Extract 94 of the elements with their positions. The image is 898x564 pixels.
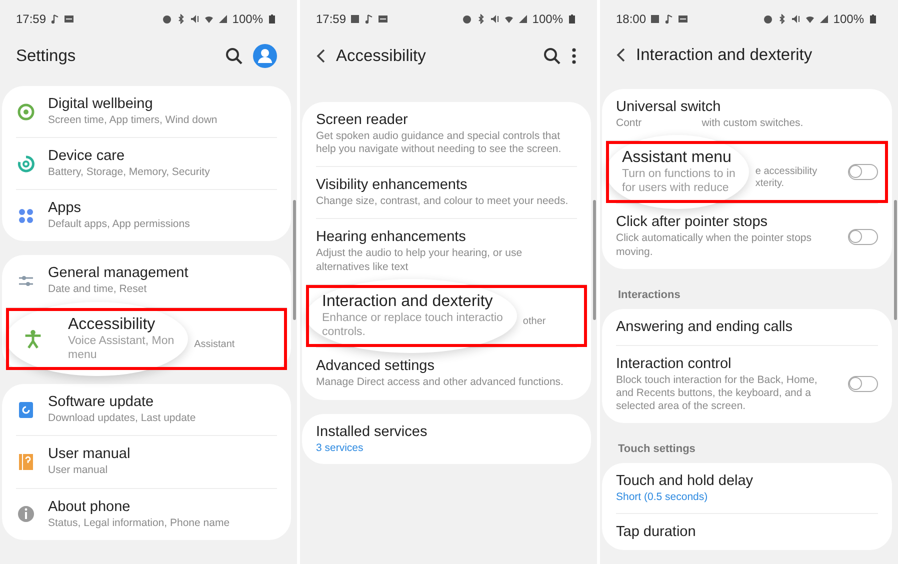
item-title[interactable]: Advanced settings — [316, 358, 577, 374]
item-title: Interaction and dexterity — [322, 292, 494, 311]
item-description: Default apps, App permissions — [48, 218, 191, 232]
music-note-icon — [664, 14, 674, 24]
item-description: controls. — [322, 325, 366, 340]
item-description: Turn on functions to in — [622, 166, 736, 181]
toggle-switch[interactable] — [848, 228, 878, 244]
item-title[interactable]: Interaction control — [616, 356, 836, 372]
back-icon[interactable] — [316, 48, 326, 64]
message-icon — [378, 14, 388, 24]
battery-percent: 100% — [833, 12, 864, 26]
heart-ring-icon — [16, 102, 36, 122]
item-description: Get spoken audio guidance and special controls that help you navigate without needing to see the screen. — [316, 130, 562, 156]
item-title[interactable]: Hearing enhancements — [316, 229, 577, 246]
book-icon — [16, 452, 36, 472]
item-description: Assistant — [194, 338, 236, 352]
item-title[interactable]: Digital wellbeing — [48, 96, 277, 112]
item-title[interactable]: Software update — [48, 394, 277, 410]
battery-percent: 100% — [532, 12, 563, 26]
item-description: Status, Legal information, Phone name — [48, 516, 231, 530]
music-note-icon — [50, 14, 60, 24]
message-icon — [64, 14, 74, 24]
item-title[interactable]: Click after pointer stops — [616, 214, 836, 230]
ring-icon — [16, 154, 36, 174]
item-description: e accessibility — [755, 166, 818, 178]
item-description: Change size, contrast, and colour to meet your needs. — [316, 195, 570, 208]
wifi-icon — [504, 14, 514, 24]
item-description: Download updates, Last update — [48, 412, 197, 426]
item-title[interactable]: General management — [48, 265, 277, 282]
item-title[interactable]: Tap duration — [616, 524, 878, 540]
wifi-icon — [805, 14, 816, 24]
status-time: 17:59 — [16, 12, 46, 26]
signal-icon — [518, 14, 528, 24]
battery-icon — [868, 14, 878, 24]
toggle-switch[interactable] — [848, 164, 878, 180]
item-description: Adjust the audio to help your hearing, or use alternatives like text — [316, 247, 524, 274]
item-description: Battery, Storage, Memory, Security — [48, 166, 211, 180]
toggle-switch[interactable] — [848, 376, 878, 392]
item-title: Assistant menu — [622, 148, 732, 167]
signal-icon — [819, 14, 830, 24]
profile-icon[interactable] — [253, 44, 277, 68]
status-time: 17:59 — [316, 12, 346, 26]
message-icon — [678, 14, 688, 24]
refresh-icon — [16, 400, 36, 420]
search-icon[interactable] — [543, 47, 561, 65]
mute-icon — [490, 14, 500, 24]
item-title[interactable]: Touch and hold delay — [616, 473, 878, 489]
item-title[interactable]: Apps — [48, 200, 277, 216]
item-title[interactable]: Answering and ending calls — [616, 318, 878, 335]
info-icon — [16, 504, 36, 524]
item-title[interactable]: Device care — [48, 148, 277, 164]
item-title[interactable]: About phone — [48, 498, 277, 514]
item-description: Enhance or replace touch interactio — [322, 310, 503, 325]
item-description: Screen time, App timers, Wind down — [48, 114, 218, 128]
item-title[interactable]: Visibility enhancements — [316, 177, 577, 194]
item-description: User manual — [48, 464, 109, 478]
back-icon[interactable] — [616, 47, 626, 64]
mute-icon — [791, 14, 802, 24]
item-title[interactable]: Universal switch — [616, 98, 878, 114]
item-description: with custom switches. — [702, 116, 804, 130]
wifi-icon — [204, 14, 214, 24]
item-value: 3 services — [316, 442, 364, 454]
item-description: Contr — [616, 116, 642, 130]
search-icon[interactable] — [225, 47, 243, 65]
bluetooth-icon — [777, 14, 788, 24]
screen-title: Accessibility — [336, 46, 427, 66]
item-description: Voice Assistant, Mon — [68, 334, 174, 348]
status-time: 18:00 — [616, 12, 646, 26]
item-title: Accessibility — [68, 316, 156, 334]
section-header: Interactions — [617, 288, 682, 303]
battery-icon — [267, 14, 277, 24]
item-description: Block touch interaction for the Back, Home, and Recents buttons, the keyboard, and a selected area of the screen. — [616, 374, 818, 413]
item-description: Manage Direct access and other advanced functions. — [316, 376, 564, 390]
item-description: xterity. — [755, 178, 786, 190]
screen-title: Interaction and dexterity — [636, 46, 814, 65]
item-description: Click automatically when the pointer stops moving. — [616, 232, 813, 259]
item-description: menu — [68, 348, 98, 362]
item-title[interactable]: Installed services — [316, 424, 577, 440]
more-icon[interactable] — [571, 47, 577, 65]
item-title[interactable]: Screen reader — [316, 112, 577, 128]
item-value: Short (0.5 seconds) — [616, 491, 709, 503]
item-description: Date and time, Reset — [48, 283, 148, 296]
music-note-icon — [364, 14, 374, 24]
bluetooth-icon — [176, 14, 186, 24]
screen-title: Settings — [16, 46, 77, 66]
battery-icon — [567, 14, 577, 24]
bluetooth-icon — [476, 14, 486, 24]
battery-percent: 100% — [232, 12, 263, 26]
item-title[interactable]: User manual — [48, 446, 277, 462]
signal-icon — [218, 14, 228, 24]
item-description: other — [522, 316, 547, 328]
section-header: Touch settings — [617, 442, 696, 457]
mute-icon — [190, 14, 200, 24]
item-description: for users with reduce — [622, 181, 730, 196]
